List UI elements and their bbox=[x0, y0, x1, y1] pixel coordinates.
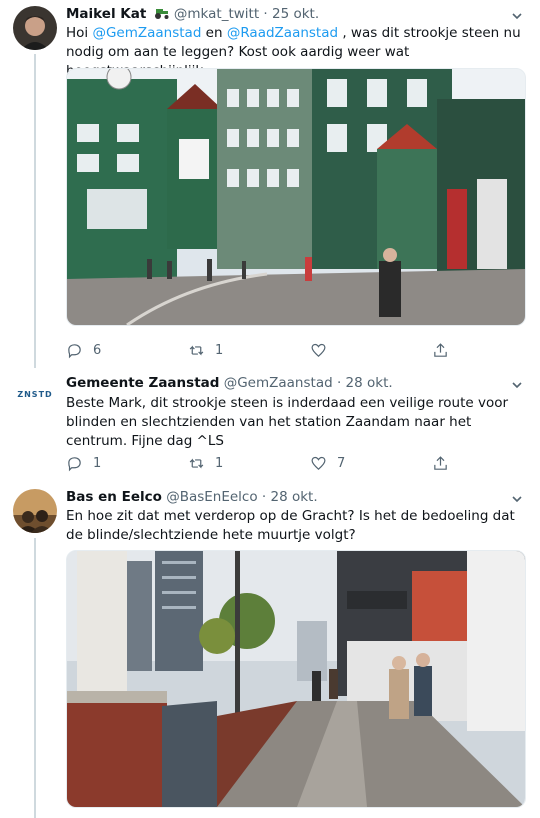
text-segment: en bbox=[201, 25, 227, 41]
retweet-count: 1 bbox=[215, 455, 224, 471]
tweet-photo[interactable] bbox=[66, 68, 526, 326]
tweet-header: Bas en Eelco @BasEnEelco · 28 okt. bbox=[66, 487, 318, 507]
like-count: 7 bbox=[337, 455, 346, 471]
retweet-icon bbox=[189, 458, 204, 468]
author-handle[interactable]: @BasEnEelco bbox=[166, 489, 257, 505]
avatar-logo-text: ZNSTD bbox=[17, 390, 53, 399]
thread-line bbox=[34, 538, 36, 818]
tweet-text: En hoe zit dat met verderop op de Gracht… bbox=[66, 508, 515, 543]
separator-dot: · bbox=[261, 489, 267, 505]
tweet-photo[interactable] bbox=[66, 550, 526, 808]
mention-link[interactable]: @RaadZaanstad bbox=[227, 25, 338, 41]
reply-icon bbox=[68, 343, 81, 358]
avatar-bas-en-eelco[interactable] bbox=[13, 489, 57, 533]
tweet-1[interactable]: Maikel Kat @mkat_twitt · 25 okt. Hoi @Ge… bbox=[0, 0, 540, 368]
tweet-2[interactable]: ZNSTD Gemeente Zaanstad @GemZaanstad · 2… bbox=[0, 368, 540, 480]
text-segment: Hoi bbox=[66, 25, 93, 41]
separator-dot: · bbox=[263, 6, 268, 22]
author-name[interactable]: Bas en Eelco bbox=[66, 489, 162, 505]
reply-count: 1 bbox=[93, 455, 102, 471]
tweet-date[interactable]: 28 okt. bbox=[271, 489, 318, 505]
chevron-down-icon[interactable] bbox=[510, 491, 524, 505]
author-name[interactable]: Gemeente Zaanstad bbox=[66, 375, 219, 391]
avatar-gemeente-zaanstad[interactable]: ZNSTD bbox=[13, 376, 57, 420]
retweet-count: 1 bbox=[215, 342, 224, 358]
tweet-date[interactable]: 28 okt. bbox=[346, 375, 393, 391]
author-name[interactable]: Maikel Kat bbox=[66, 6, 146, 22]
retweet-button[interactable]: 1 bbox=[188, 453, 223, 473]
retweet-button[interactable]: 1 bbox=[188, 340, 223, 360]
thread-line bbox=[34, 54, 36, 368]
share-button[interactable] bbox=[432, 340, 449, 360]
share-icon bbox=[434, 455, 447, 470]
like-button[interactable]: 7 bbox=[310, 453, 345, 473]
chevron-down-icon[interactable] bbox=[510, 8, 524, 22]
tweet-3[interactable]: Bas en Eelco @BasEnEelco · 28 okt. En ho… bbox=[0, 484, 540, 818]
share-button[interactable] bbox=[432, 453, 449, 473]
like-icon bbox=[311, 456, 326, 470]
tractor-emoji-icon bbox=[154, 6, 170, 26]
reply-count: 6 bbox=[93, 342, 102, 358]
tweet-header: Gemeente Zaanstad @GemZaanstad · 28 okt. bbox=[66, 373, 393, 393]
mention-link[interactable]: @GemZaanstad bbox=[92, 25, 201, 41]
reply-icon bbox=[68, 456, 81, 471]
like-icon bbox=[311, 343, 326, 357]
tweet-header: Maikel Kat @mkat_twitt · 25 okt. bbox=[66, 4, 319, 24]
reply-button[interactable]: 6 bbox=[66, 340, 101, 360]
tweet-actions: 6 1 bbox=[66, 340, 456, 360]
tweet-text: Beste Mark, dit strookje steen is inderd… bbox=[66, 395, 509, 449]
author-handle[interactable]: @mkat_twitt bbox=[174, 6, 259, 22]
avatar-maikel-kat[interactable] bbox=[13, 6, 57, 50]
like-button[interactable] bbox=[310, 340, 337, 360]
tweet-date[interactable]: 25 okt. bbox=[272, 6, 319, 22]
retweet-icon bbox=[189, 345, 204, 355]
share-icon bbox=[434, 342, 447, 357]
separator-dot: · bbox=[336, 375, 342, 391]
author-handle[interactable]: @GemZaanstad bbox=[224, 375, 333, 391]
tweet-actions: 1 1 7 bbox=[66, 453, 456, 473]
reply-button[interactable]: 1 bbox=[66, 453, 101, 473]
chevron-down-icon[interactable] bbox=[510, 377, 524, 391]
